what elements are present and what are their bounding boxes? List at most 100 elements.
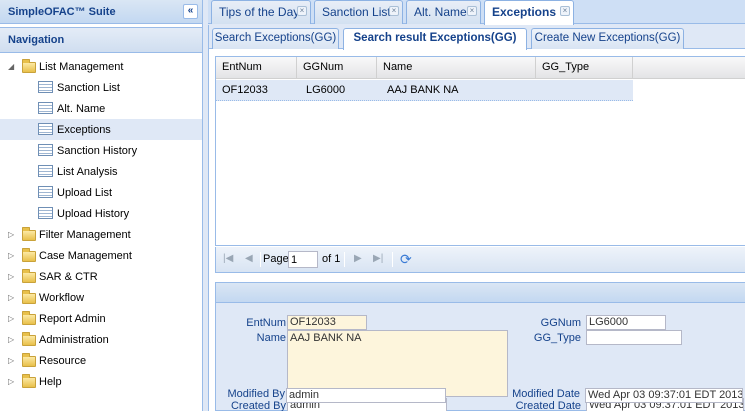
subtab-label: Search result Exceptions(GG) (353, 32, 517, 44)
tab-search-exceptions[interactable]: Search Exceptions(GG) (212, 28, 339, 49)
collapsed-arrow-icon[interactable]: ▷ (8, 251, 17, 260)
page-number-input[interactable] (288, 251, 318, 268)
main-content: Tips of the Day × Sanction List × Alt. N… (208, 0, 745, 411)
folder-icon (22, 290, 36, 304)
navigation-panel: SimpleOFAC™ Suite « Navigation ◢ List Ma… (0, 0, 203, 411)
results-grid: EntNum GGNum Name GG_Type OF12033 LG6000… (215, 56, 745, 246)
main-tabstrip: Tips of the Day × Sanction List × Alt. N… (208, 0, 745, 25)
list-document-icon (38, 165, 53, 177)
sub-tabstrip: Search Exceptions(GG) Search result Exce… (209, 25, 745, 50)
column-label: GGNum (303, 61, 344, 73)
column-header-entnum[interactable]: EntNum (216, 57, 297, 78)
last-page-icon[interactable]: ▶| (373, 253, 383, 264)
toolbar-separator (344, 252, 345, 267)
previous-page-icon[interactable]: ◀ (245, 253, 253, 264)
tree-item-exceptions[interactable]: Exceptions (0, 119, 202, 140)
tree-item-sanction-list[interactable]: Sanction List (0, 77, 202, 98)
entnum-field[interactable]: OF12033 (287, 315, 367, 330)
ggnum-label: GGNum (540, 317, 581, 329)
tree-item-label: Exceptions (57, 123, 111, 136)
tree-item-resource[interactable]: ▷ Resource (0, 350, 202, 371)
tab-label: Sanction List (322, 5, 391, 19)
tree-item-case-management[interactable]: ▷ Case Management (0, 245, 202, 266)
close-icon[interactable]: × (467, 6, 477, 16)
collapsed-arrow-icon[interactable]: ▷ (8, 335, 17, 344)
column-label: Name (383, 61, 413, 73)
column-label: EntNum (222, 61, 262, 73)
detail-header (216, 283, 745, 303)
page-label: Page (263, 253, 289, 265)
tree-item-alt-name[interactable]: Alt. Name (0, 98, 202, 119)
tab-search-result-exceptions[interactable]: Search result Exceptions(GG) (343, 28, 527, 50)
close-icon[interactable]: × (560, 6, 570, 16)
tree-item-administration[interactable]: ▷ Administration (0, 329, 202, 350)
column-header-name[interactable]: Name (377, 57, 536, 78)
tree-item-list-management[interactable]: ◢ List Management (0, 56, 202, 77)
folder-icon (22, 332, 36, 346)
modified-by-field[interactable]: admin (286, 388, 446, 403)
tab-create-new-exceptions[interactable]: Create New Exceptions(GG) (531, 28, 684, 49)
tab-sanction-list[interactable]: Sanction List × (314, 0, 403, 24)
exceptions-panel: Search Exceptions(GG) Search result Exce… (208, 25, 745, 411)
collapsed-arrow-icon[interactable]: ▷ (8, 314, 17, 323)
folder-icon (22, 311, 36, 325)
close-icon[interactable]: × (389, 6, 399, 16)
tree-item-sar-ctr[interactable]: ▷ SAR & CTR (0, 266, 202, 287)
modified-date-field[interactable]: Wed Apr 03 09:37:01 EDT 2013 (585, 388, 743, 403)
modified-by-label: Modified By (227, 388, 285, 400)
name-field[interactable]: AAJ BANK NA (287, 330, 508, 397)
tree-item-label: Workflow (39, 291, 85, 304)
tree-item-label: List Analysis (57, 165, 118, 178)
tree-item-filter-management[interactable]: ▷ Filter Management (0, 224, 202, 245)
app-title-bar: SimpleOFAC™ Suite « (0, 0, 202, 24)
tree-item-label: Administration (39, 333, 109, 346)
app-title: SimpleOFAC™ Suite (8, 5, 116, 18)
toolbar-separator (392, 252, 393, 267)
tab-alt-name[interactable]: Alt. Name × (406, 0, 481, 24)
tree-item-workflow[interactable]: ▷ Workflow (0, 287, 202, 308)
column-header-ggnum[interactable]: GGNum (297, 57, 377, 78)
paging-toolbar: |◀ ◀ Page of 1 ▶ ▶| ⟳ (215, 247, 745, 273)
gg-type-field[interactable] (586, 330, 682, 345)
table-row[interactable]: OF12033 LG6000 AAJ BANK NA (216, 80, 633, 101)
tree-item-label: Help (39, 375, 62, 388)
next-page-icon[interactable]: ▶ (354, 253, 362, 264)
collapsed-arrow-icon[interactable]: ▷ (8, 293, 17, 302)
ggnum-field[interactable]: LG6000 (586, 315, 666, 330)
double-chevron-left-icon[interactable]: « (183, 4, 198, 19)
tree-item-label: Alt. Name (57, 102, 106, 115)
column-label: GG_Type (542, 61, 590, 73)
tree-item-upload-history[interactable]: Upload History (0, 203, 202, 224)
list-document-icon (38, 123, 53, 135)
tree-item-label: List Management (39, 60, 124, 73)
folder-icon (22, 248, 36, 262)
tree-item-sanction-history[interactable]: Sanction History (0, 140, 202, 161)
created-date-label: Created Date (515, 400, 581, 411)
folder-icon (22, 353, 36, 367)
collapsed-arrow-icon[interactable]: ▷ (8, 230, 17, 239)
tab-label: Tips of the Day (219, 5, 300, 19)
first-page-icon[interactable]: |◀ (223, 253, 233, 264)
tree-item-help[interactable]: ▷ Help (0, 371, 202, 392)
tree-item-report-admin[interactable]: ▷ Report Admin (0, 308, 202, 329)
column-header-gg-type[interactable]: GG_Type (536, 57, 633, 78)
navigation-title: Navigation (8, 34, 65, 46)
list-document-icon (38, 186, 53, 198)
collapsed-arrow-icon[interactable]: ▷ (8, 272, 17, 281)
collapsed-arrow-icon[interactable]: ▷ (8, 356, 17, 365)
subtab-label: Create New Exceptions(GG) (534, 32, 681, 44)
entnum-label: EntNum (246, 317, 286, 329)
tab-exceptions[interactable]: Exceptions × (484, 0, 574, 25)
expanded-arrow-icon[interactable]: ◢ (8, 62, 17, 71)
tree-item-label: Sanction History (57, 144, 138, 157)
tree-item-list-analysis[interactable]: List Analysis (0, 161, 202, 182)
close-icon[interactable]: × (297, 6, 307, 16)
name-label: Name (256, 332, 286, 344)
list-document-icon (38, 207, 53, 219)
tree-item-label: Upload History (57, 207, 130, 220)
refresh-icon[interactable]: ⟳ (400, 251, 412, 267)
tab-tips-of-the-day[interactable]: Tips of the Day × (211, 0, 311, 24)
collapsed-arrow-icon[interactable]: ▷ (8, 377, 17, 386)
folder-open-icon (22, 59, 36, 73)
tree-item-upload-list[interactable]: Upload List (0, 182, 202, 203)
